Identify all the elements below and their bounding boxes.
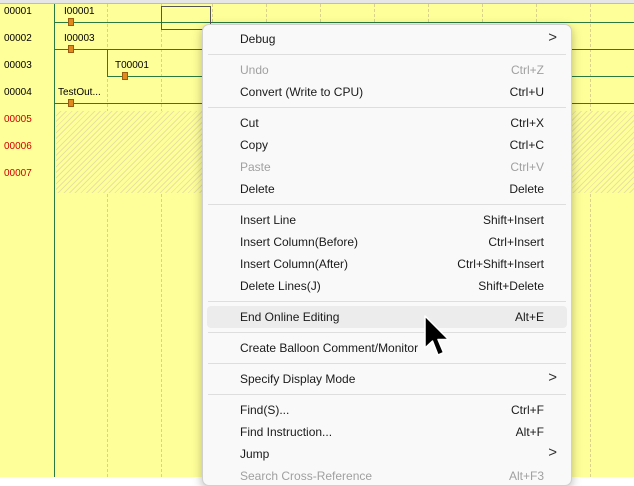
menu-item-label: Debug [240,32,276,46]
menu-item-shortcut: Ctrl+Insert [488,235,544,249]
editor-top-border [0,0,634,4]
menu-item-label: Copy [240,138,269,152]
submenu-arrow-icon: > [548,444,557,461]
menu-item-find[interactable]: Find(S)... Ctrl+F [207,399,567,421]
menu-separator [208,301,566,302]
menu-item-undo: Undo Ctrl+Z [207,59,567,81]
grid-line [161,4,162,477]
contact-label: T00001 [115,60,149,71]
menu-item-shortcut: Alt+F [515,425,544,439]
row-number: 00007 [4,168,32,179]
menu-separator [208,107,566,108]
contact-label: TestOut... [58,87,101,98]
row-number: 00005 [4,114,32,125]
menu-item-label: Specify Display Mode [240,372,356,386]
menu-item-end-online-editing[interactable]: End Online Editing Alt+E [207,306,567,328]
menu-item-label: Delete [240,182,275,196]
menu-item-label: Delete Lines(J) [240,279,321,293]
rung-line [55,22,634,23]
menu-separator [208,54,566,55]
menu-item-label: Paste [240,160,271,174]
menu-item-search-cross-reference: Search Cross-Reference Alt+F3 [207,465,567,485]
menu-separator [208,332,566,333]
row-number: 00003 [4,60,32,71]
menu-item-shortcut: Ctrl+U [509,85,544,99]
menu-item-shortcut: Ctrl+V [510,160,544,174]
contact-symbol[interactable] [68,18,74,26]
menu-item-label: Jump [240,447,270,461]
menu-item-convert[interactable]: Convert (Write to CPU) Ctrl+U [207,81,567,103]
menu-item-label: End Online Editing [240,310,340,324]
menu-item-label: Find(S)... [240,403,290,417]
menu-item-debug[interactable]: Debug > [207,28,567,50]
contact-label: I00003 [64,33,95,44]
grid-line [590,4,591,477]
menu-item-specify-display-mode[interactable]: Specify Display Mode > [207,368,567,390]
contact-symbol[interactable] [122,72,128,80]
menu-item-shortcut: Ctrl+F [511,403,544,417]
contact-symbol[interactable] [68,45,74,53]
menu-item-insert-line[interactable]: Insert Line Shift+Insert [207,209,567,231]
context-menu[interactable]: Debug > Undo Ctrl+Z Convert (Write to CP… [202,24,572,486]
branch-line [107,49,108,77]
menu-item-label: Search Cross-Reference [240,469,373,483]
menu-item-shortcut: Delete [509,182,544,196]
menu-item-label: Find Instruction... [240,425,333,439]
menu-item-delete-lines[interactable]: Delete Lines(J) Shift+Delete [207,275,567,297]
menu-item-shortcut: Shift+Delete [478,279,544,293]
menu-item-find-instruction[interactable]: Find Instruction... Alt+F [207,421,567,443]
menu-item-create-balloon-comment[interactable]: Create Balloon Comment/Monitor [207,337,567,359]
menu-item-shortcut: Shift+Insert [482,213,544,227]
menu-item-jump[interactable]: Jump > [207,443,567,465]
row-number: 00002 [4,33,32,44]
row-number: 00004 [4,87,32,98]
menu-item-shortcut: Ctrl+Shift+Insert [457,257,544,271]
menu-item-shortcut: Ctrl+Z [511,63,544,77]
menu-item-shortcut: Alt+E [514,310,544,324]
menu-item-shortcut: Ctrl+C [509,138,544,152]
row-number: 00001 [4,6,32,17]
menu-item-cut[interactable]: Cut Ctrl+X [207,112,567,134]
left-power-rail [54,4,55,477]
contact-symbol[interactable] [68,99,74,107]
submenu-arrow-icon: > [548,29,557,46]
menu-separator [208,363,566,364]
menu-item-insert-column-before[interactable]: Insert Column(Before) Ctrl+Insert [207,231,567,253]
menu-item-label: Create Balloon Comment/Monitor [240,341,419,355]
row-number: 00006 [4,141,32,152]
menu-item-shortcut: Alt+F3 [508,469,544,483]
menu-item-label: Insert Line [240,213,297,227]
menu-separator [208,394,566,395]
menu-item-label: Convert (Write to CPU) [240,85,364,99]
menu-item-shortcut: Ctrl+X [510,116,544,130]
menu-item-label: Cut [240,116,259,130]
menu-item-paste: Paste Ctrl+V [207,156,567,178]
menu-item-insert-column-after[interactable]: Insert Column(After) Ctrl+Shift+Insert [207,253,567,275]
menu-item-delete[interactable]: Delete Delete [207,178,567,200]
menu-separator [208,204,566,205]
menu-item-copy[interactable]: Copy Ctrl+C [207,134,567,156]
menu-item-label: Undo [240,63,269,77]
menu-item-label: Insert Column(Before) [240,235,359,249]
mouse-pointer-icon [424,315,450,356]
submenu-arrow-icon: > [548,369,557,386]
contact-label: I00001 [64,6,95,17]
menu-item-label: Insert Column(After) [240,257,349,271]
